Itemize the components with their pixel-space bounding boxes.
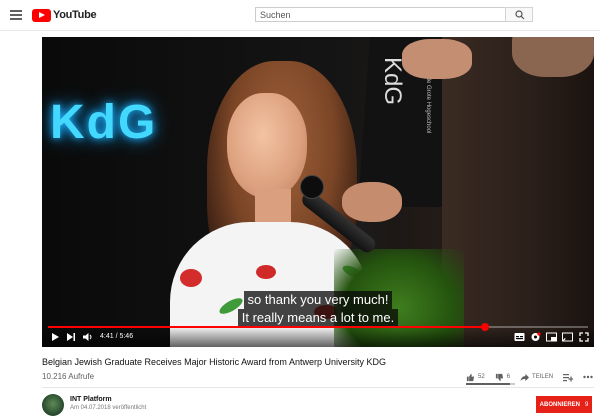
print-flower	[180, 269, 202, 287]
subscribe-button[interactable]: ABONNIEREN 9	[536, 396, 592, 413]
more-icon	[583, 375, 593, 379]
fullscreen-icon[interactable]	[579, 332, 589, 342]
video-title: Belgian Jewish Graduate Receives Major H…	[42, 357, 386, 367]
search-input[interactable]: Suchen	[255, 7, 505, 22]
subtitles-icon[interactable]	[514, 332, 525, 342]
share-icon	[520, 373, 530, 381]
microphone-head	[300, 175, 324, 199]
cast-icon[interactable]	[562, 332, 573, 342]
total-time: 5:46	[119, 333, 134, 340]
volume-icon[interactable]	[82, 332, 94, 342]
thumbs-down-icon	[495, 373, 503, 381]
search-button[interactable]	[505, 7, 533, 22]
presenter-hand	[402, 39, 472, 79]
add-to-playlist-button[interactable]	[563, 373, 574, 382]
dislike-button[interactable]: 6	[495, 373, 510, 382]
hand-holding-mic	[342, 182, 402, 222]
presenter-head	[512, 37, 594, 77]
thumbs-up-icon	[466, 373, 475, 381]
publish-date: Am 04.07.2018 veröffentlicht	[70, 405, 147, 411]
settings-icon[interactable]	[530, 332, 541, 342]
share-label: TEILEN	[532, 374, 554, 380]
view-count: 10.216 Aufrufe	[42, 372, 95, 381]
like-ratio-fill	[466, 383, 511, 385]
subscriber-count: 9	[585, 401, 589, 408]
subtitle-line: so thank you very much!	[243, 291, 393, 309]
dislike-count: 6	[506, 374, 511, 380]
like-count: 52	[478, 374, 485, 380]
like-ratio-bar	[466, 383, 515, 385]
add-to-playlist-icon	[563, 373, 574, 381]
share-button[interactable]: TEILEN	[520, 373, 553, 382]
print-flower	[256, 265, 276, 279]
play-icon[interactable]	[50, 332, 60, 342]
like-button[interactable]: 52	[466, 373, 485, 382]
progress-fill	[48, 326, 486, 328]
speaker-face	[227, 93, 307, 198]
kdg-neon-sign: KdG	[50, 96, 158, 149]
video-player[interactable]: KdG KdG Karel de Grote Hogeschool so tha…	[42, 37, 594, 347]
youtube-logo[interactable]: YouTube	[32, 8, 97, 22]
player-controls: 4:41 / 5:46	[42, 323, 594, 347]
channel-avatar[interactable]	[42, 394, 64, 416]
subtitle-line: It really means a lot to me.	[237, 309, 399, 327]
logo-text: YouTube	[53, 9, 97, 21]
miniplayer-icon[interactable]	[546, 332, 557, 342]
time-display: 4:41 / 5:46	[100, 332, 133, 342]
youtube-play-icon	[32, 8, 51, 22]
top-bar: YouTube Suchen	[0, 0, 600, 31]
subtitles: so thank you very much! It really means …	[42, 291, 594, 327]
progress-bar[interactable]	[48, 323, 588, 331]
hamburger-menu-icon[interactable]	[10, 10, 22, 20]
current-time: 4:41	[100, 333, 114, 340]
more-actions-button[interactable]	[583, 375, 593, 379]
divider	[42, 387, 594, 388]
progress-handle[interactable]	[481, 323, 490, 331]
subscribe-label: ABONNIEREN	[539, 401, 580, 408]
search-icon	[515, 10, 525, 20]
next-icon[interactable]	[66, 332, 76, 342]
channel-name[interactable]: INT Platform	[70, 396, 112, 403]
video-actions: 52 6 TEILEN	[466, 371, 600, 383]
